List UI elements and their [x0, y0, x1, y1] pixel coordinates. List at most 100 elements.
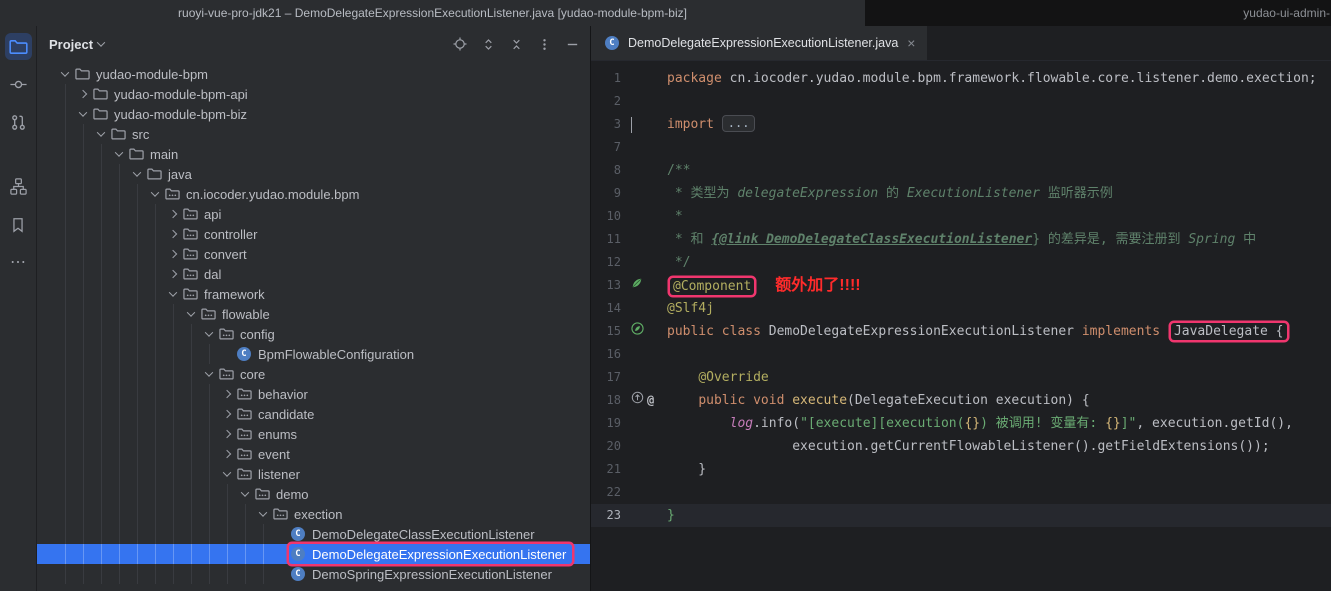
code-line[interactable]: 14@Slf4j — [591, 297, 1331, 320]
line-number[interactable]: 11 — [591, 228, 627, 251]
line-number[interactable]: 21 — [591, 458, 627, 481]
line-number[interactable]: 14 — [591, 297, 627, 320]
chevron-down-icon[interactable] — [93, 131, 109, 137]
project-panel-title[interactable]: Project — [49, 37, 93, 52]
tree-item[interactable]: CDemoSpringExpressionExecutionListener — [37, 564, 590, 584]
tree-item-content[interactable]: enums — [235, 424, 297, 444]
tree-item[interactable]: listener — [37, 464, 590, 484]
class-icon[interactable]: C — [289, 567, 307, 581]
commit-icon[interactable] — [5, 71, 32, 98]
tree-item[interactable]: candidate — [37, 404, 590, 424]
editor-gutter[interactable] — [627, 320, 667, 343]
folder-icon[interactable] — [145, 167, 163, 181]
tree-item[interactable]: core — [37, 364, 590, 384]
tree-item-content[interactable]: candidate — [235, 404, 314, 424]
code-line[interactable]: 7 — [591, 136, 1331, 159]
editor-gutter[interactable] — [627, 113, 667, 136]
package-icon[interactable] — [253, 487, 271, 501]
tree-item-content[interactable]: main — [127, 144, 178, 164]
package-icon[interactable] — [235, 407, 253, 421]
tree-item[interactable]: dal — [37, 264, 590, 284]
chevron-down-icon[interactable] — [165, 291, 181, 297]
class-icon[interactable]: C — [289, 547, 307, 561]
chevron-right-icon[interactable] — [165, 251, 181, 257]
tree-item[interactable]: event — [37, 444, 590, 464]
line-number[interactable]: 9 — [591, 182, 627, 205]
tree-item-content[interactable]: cn.iocoder.yudao.module.bpm — [163, 184, 359, 204]
tree-item[interactable]: CDemoDelegateClassExecutionListener — [37, 524, 590, 544]
chevron-down-icon[interactable] — [201, 331, 217, 337]
expand-all-icon[interactable] — [480, 36, 496, 52]
line-number[interactable]: 13 — [591, 274, 627, 297]
package-icon[interactable] — [181, 207, 199, 221]
tree-item-content[interactable]: flowable — [199, 304, 270, 324]
tree-item[interactable]: behavior — [37, 384, 590, 404]
chevron-right-icon[interactable] — [219, 451, 235, 457]
tree-item-content[interactable]: java — [145, 164, 192, 184]
code-editor[interactable]: 1package cn.iocoder.yudao.module.bpm.fra… — [591, 61, 1331, 591]
spring-bean-circle-icon[interactable] — [631, 320, 644, 343]
chevron-down-icon[interactable] — [93, 41, 109, 47]
more-tools-icon[interactable]: ⋯ — [5, 249, 32, 276]
tree-item[interactable]: flowable — [37, 304, 590, 324]
line-number[interactable]: 16 — [591, 343, 627, 366]
code-line[interactable]: 1package cn.iocoder.yudao.module.bpm.fra… — [591, 67, 1331, 90]
code-line[interactable]: 15public class DemoDelegateExpressionExe… — [591, 320, 1331, 343]
folder-icon[interactable] — [127, 147, 145, 161]
package-icon[interactable] — [181, 227, 199, 241]
secondary-window-title[interactable]: yudao-ui-admin- — [865, 0, 1331, 26]
tree-item-content[interactable]: config — [217, 324, 275, 344]
code-line[interactable]: 12 */ — [591, 251, 1331, 274]
package-icon[interactable] — [235, 427, 253, 441]
pull-requests-icon[interactable] — [5, 109, 32, 136]
at-icon[interactable]: @ — [647, 389, 654, 412]
editor-tab[interactable]: C DemoDelegateExpressionExecutionListene… — [591, 26, 927, 60]
line-number[interactable]: 20 — [591, 435, 627, 458]
chevron-down-icon[interactable] — [183, 311, 199, 317]
tree-item-content[interactable]: yudao-module-bpm-biz — [91, 104, 247, 124]
project-folder-icon[interactable] — [5, 33, 32, 60]
tree-item-content[interactable]: CDemoDelegateClassExecutionListener — [289, 524, 535, 544]
tree-item[interactable]: java — [37, 164, 590, 184]
chevron-down-icon[interactable] — [75, 111, 91, 117]
chevron-down-icon[interactable] — [219, 471, 235, 477]
tree-item-content[interactable]: core — [217, 364, 265, 384]
chevron-right-icon[interactable] — [165, 231, 181, 237]
collapse-all-icon[interactable] — [508, 36, 524, 52]
close-icon[interactable]: × — [907, 35, 915, 51]
code-line[interactable]: 21 } — [591, 458, 1331, 481]
code-line[interactable]: 8/** — [591, 159, 1331, 182]
module-folder-icon[interactable] — [91, 87, 109, 101]
chevron-right-icon[interactable] — [165, 271, 181, 277]
line-number[interactable]: 7 — [591, 136, 627, 159]
tree-item[interactable]: enums — [37, 424, 590, 444]
code-line[interactable]: 18@ public void execute(DelegateExecutio… — [591, 389, 1331, 412]
locate-file-icon[interactable] — [452, 36, 468, 52]
tree-item-content[interactable]: src — [109, 124, 149, 144]
line-number[interactable]: 10 — [591, 205, 627, 228]
package-icon[interactable] — [163, 187, 181, 201]
package-icon[interactable] — [217, 367, 235, 381]
tree-item-content[interactable]: listener — [235, 464, 300, 484]
tree-item[interactable]: framework — [37, 284, 590, 304]
package-icon[interactable] — [235, 447, 253, 461]
tree-item-content[interactable]: yudao-module-bpm-api — [91, 84, 248, 104]
tree-item-content[interactable]: event — [235, 444, 290, 464]
tree-item[interactable]: CBpmFlowableConfiguration — [37, 344, 590, 364]
tree-item[interactable]: yudao-module-bpm-api — [37, 84, 590, 104]
tree-item[interactable]: controller — [37, 224, 590, 244]
tree-item-content[interactable]: exection — [271, 504, 342, 524]
editor-gutter[interactable] — [627, 274, 667, 297]
tree-item-content[interactable]: behavior — [235, 384, 308, 404]
tree-item[interactable]: main — [37, 144, 590, 164]
chevron-down-icon[interactable] — [129, 171, 145, 177]
chevron-right-icon[interactable] — [75, 91, 91, 97]
chevron-right-icon[interactable] — [219, 391, 235, 397]
override-icon[interactable] — [631, 389, 644, 412]
line-number[interactable]: 23 — [591, 504, 627, 527]
tree-item[interactable]: cn.iocoder.yudao.module.bpm — [37, 184, 590, 204]
line-number[interactable]: 22 — [591, 481, 627, 504]
tree-item[interactable]: yudao-module-bpm-biz — [37, 104, 590, 124]
line-number[interactable]: 1 — [591, 67, 627, 90]
line-number[interactable]: 12 — [591, 251, 627, 274]
